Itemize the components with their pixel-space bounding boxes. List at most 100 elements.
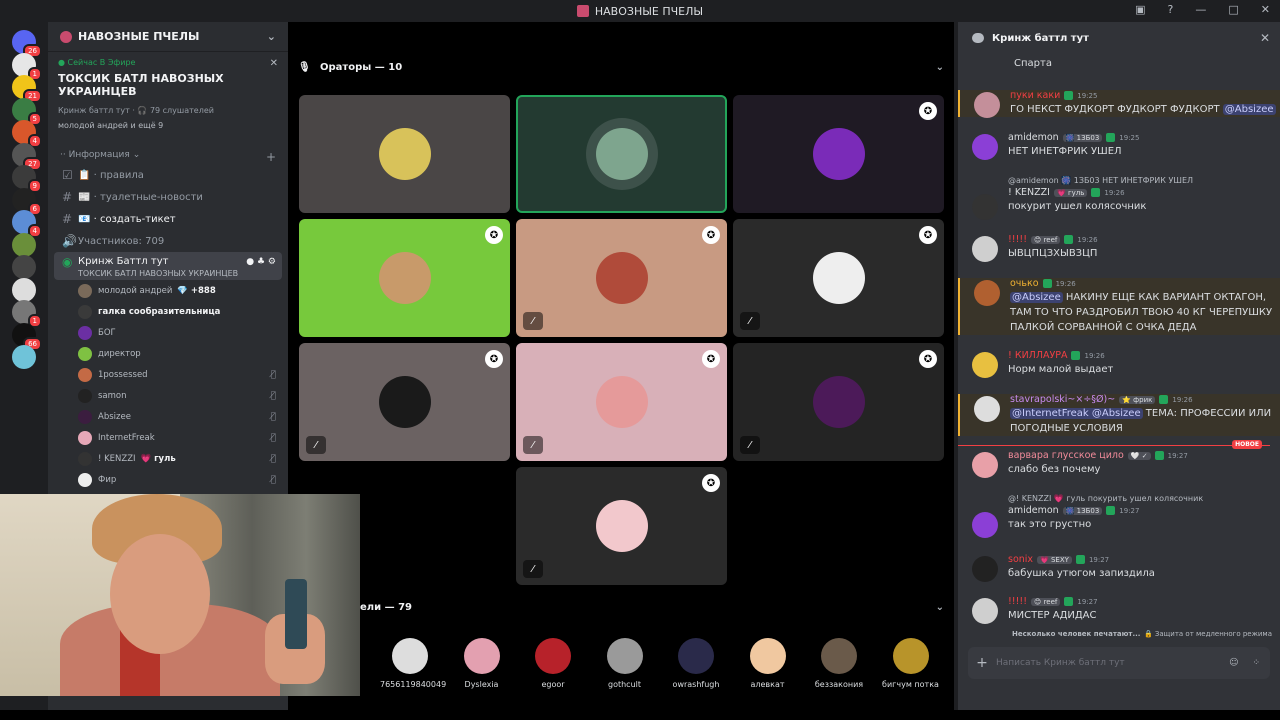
- chat-message[interactable]: !!!!! 😊 reef 19:26 ЫВЦПЦЗХЫВЗЦП: [958, 234, 1280, 262]
- server-icon[interactable]: 5: [12, 97, 42, 126]
- avatar[interactable]: [972, 236, 998, 262]
- username[interactable]: amidemon: [1008, 132, 1059, 143]
- avatar[interactable]: [972, 556, 998, 582]
- avatar[interactable]: [972, 134, 998, 160]
- voice-member[interactable]: галка сообразительница: [48, 301, 288, 322]
- username[interactable]: ! КИЛЛАУРА: [1008, 350, 1067, 361]
- chat-message[interactable]: sonix 💗 SEXY 19:27 бабушка утюгом запиздила: [958, 554, 1280, 582]
- server-icon[interactable]: 6: [12, 187, 42, 216]
- emoji-icon[interactable]: ☺: [1229, 658, 1238, 668]
- username[interactable]: amidemon: [1008, 505, 1059, 516]
- username[interactable]: ! KENZZI: [1008, 187, 1050, 198]
- help-icon[interactable]: ?: [1168, 3, 1174, 16]
- listener[interactable]: gothcult: [595, 638, 655, 689]
- minimize-button[interactable]: —: [1195, 3, 1206, 16]
- username[interactable]: варвара глусское цило: [1008, 450, 1124, 461]
- channel-item[interactable]: # 📰 · туалетные-новости: [54, 186, 282, 208]
- avatar[interactable]: [972, 352, 998, 378]
- listener[interactable]: Dyslexia: [452, 638, 512, 689]
- speaker-tile[interactable]: ✪ ⁄: [516, 343, 727, 461]
- server-icon[interactable]: [12, 232, 36, 257]
- mention[interactable]: @Absizee: [1222, 104, 1276, 115]
- chat-message[interactable]: !!!!! 😊 reef 19:27 МИСТЕР АДИДАС: [958, 596, 1280, 624]
- speaker-tile[interactable]: ✪: [733, 95, 944, 213]
- avatar[interactable]: [972, 452, 998, 478]
- username[interactable]: очько: [1010, 278, 1039, 289]
- chat-message[interactable]: stavrapolski~×÷§Ø)~ ⭐ фрик 19:26 @InternetF…: [958, 394, 1280, 436]
- avatar[interactable]: [972, 512, 998, 538]
- voice-member[interactable]: samon 🎙̸: [48, 385, 288, 406]
- speaker-tile[interactable]: [299, 95, 510, 213]
- guild-header[interactable]: НАВОЗНЫЕ ПЧЕЛЫ ⌄: [48, 22, 288, 52]
- username[interactable]: пуки каки: [1010, 90, 1060, 101]
- voice-member[interactable]: ! KENZZI 💗 гуль 🎙̸: [48, 448, 288, 469]
- chat-message[interactable]: пуки каки 19:25 ГО НЕКСТ ФУДКОРТ ФУДКОРТ Ф…: [958, 90, 1280, 118]
- add-channel-icon[interactable]: +: [266, 150, 276, 164]
- chat-message[interactable]: @! KENZZI 💗 гуль покурить ушел колясочни…: [958, 494, 1280, 538]
- server-icon[interactable]: 27: [12, 142, 42, 171]
- voice-member[interactable]: Фир 🎙̸: [48, 469, 288, 490]
- close-icon[interactable]: ✕: [1260, 31, 1270, 45]
- stage-channel-kringe[interactable]: ◉ Кринж Баттл тут ● ♣ ⚙ ТОКСИК БАТЛ НАВО…: [54, 252, 282, 280]
- listener[interactable]: owrashfugh: [666, 638, 726, 689]
- speaker-tile[interactable]: ✪: [299, 219, 510, 337]
- voice-member[interactable]: директор: [48, 343, 288, 364]
- close-button[interactable]: ✕: [1261, 3, 1270, 16]
- channel-item[interactable]: ☑ 📋 · правила: [54, 164, 282, 186]
- channel-item[interactable]: 🔊 Участников: 709: [54, 230, 282, 252]
- listener[interactable]: 7656119840049: [380, 638, 446, 689]
- apps-icon[interactable]: ⁘: [1252, 658, 1260, 668]
- message-input[interactable]: + Написать Кринж баттл тут ☺ ⁘: [968, 647, 1270, 679]
- username[interactable]: sonix: [1008, 554, 1033, 565]
- server-icon[interactable]: 21: [12, 75, 42, 103]
- speaker-tile[interactable]: ✪ ⁄: [733, 343, 944, 461]
- add-attachment-icon[interactable]: +: [968, 655, 996, 671]
- server-icon[interactable]: 4: [12, 120, 42, 148]
- stage-actions-icon[interactable]: ● ♣ ⚙: [246, 257, 276, 267]
- server-icon[interactable]: 4: [12, 210, 42, 238]
- voice-member[interactable]: 1possessed 🎙̸: [48, 364, 288, 385]
- reply-preview[interactable]: @amidemon 🎆 1ЗБ03 НЕТ ИНЕТФРИК УШЕЛ: [1008, 176, 1280, 185]
- speaker-tile[interactable]: ✪ ⁄: [516, 467, 727, 585]
- close-icon[interactable]: ✕: [270, 58, 278, 69]
- avatar[interactable]: [974, 92, 1000, 118]
- mention[interactable]: @InternetFreak @Absizee: [1010, 408, 1143, 419]
- live-stage-card[interactable]: ● Сейчас В Эфире ✕ ТОКСИК БАТЛ НАВОЗНЫХ У…: [48, 52, 288, 130]
- server-icon[interactable]: 9: [12, 165, 42, 193]
- server-icon[interactable]: [12, 345, 36, 369]
- listener[interactable]: бигчум потка: [881, 638, 941, 689]
- chat-message[interactable]: @amidemon 🎆 1ЗБ03 НЕТ ИНЕТФРИК УШЕЛ ! KEN…: [958, 176, 1280, 220]
- speaker-tile[interactable]: ✪ ⁄: [733, 219, 944, 337]
- server-icon[interactable]: 1: [12, 52, 42, 81]
- listeners-header[interactable]: ели — 79 ⌄: [360, 602, 944, 613]
- server-icon[interactable]: [12, 277, 36, 302]
- voice-member[interactable]: Absizee 🎙̸: [48, 406, 288, 427]
- mention[interactable]: @Absizee: [1010, 292, 1063, 303]
- server-icon[interactable]: 1: [12, 300, 42, 328]
- inbox-icon[interactable]: ▣: [1135, 3, 1145, 16]
- speaker-tile[interactable]: ✪ ⁄: [299, 343, 510, 461]
- listener[interactable]: egoor: [523, 638, 583, 689]
- username[interactable]: !!!!!: [1008, 596, 1027, 607]
- chat-message[interactable]: amidemon 🎆 1ЗБ03 19:25 НЕТ ИНЕТФРИК УШЕЛ: [958, 132, 1280, 160]
- avatar[interactable]: [974, 280, 1000, 306]
- maximize-button[interactable]: □: [1228, 3, 1238, 16]
- channel-item[interactable]: # 📧 · создать-тикет: [54, 208, 282, 230]
- voice-member[interactable]: молодой андрей 💎 +888: [48, 280, 288, 301]
- voice-member[interactable]: InternetFreak 🎙̸: [48, 427, 288, 448]
- username[interactable]: stavrapolski~×÷§Ø)~: [1010, 394, 1115, 405]
- speaker-tile[interactable]: [516, 95, 727, 213]
- message-input-placeholder[interactable]: Написать Кринж баттл тут: [996, 658, 1125, 668]
- reply-preview[interactable]: @! KENZZI 💗 гуль покурить ушел колясочни…: [1008, 494, 1280, 503]
- speaker-tile[interactable]: ✪ ⁄: [516, 219, 727, 337]
- avatar[interactable]: [972, 194, 998, 220]
- server-icon[interactable]: [12, 255, 36, 279]
- server-icon[interactable]: 66: [12, 322, 42, 351]
- username[interactable]: !!!!!: [1008, 234, 1027, 245]
- avatar[interactable]: [974, 396, 1000, 422]
- avatar[interactable]: [972, 598, 998, 624]
- speakers-header[interactable]: 🎙 Ораторы — 10 ⌄: [298, 62, 944, 73]
- server-icon[interactable]: 26: [12, 30, 42, 58]
- category-header[interactable]: ·· Информация ⌄ +: [48, 150, 288, 164]
- listener[interactable]: алевкат: [738, 638, 798, 689]
